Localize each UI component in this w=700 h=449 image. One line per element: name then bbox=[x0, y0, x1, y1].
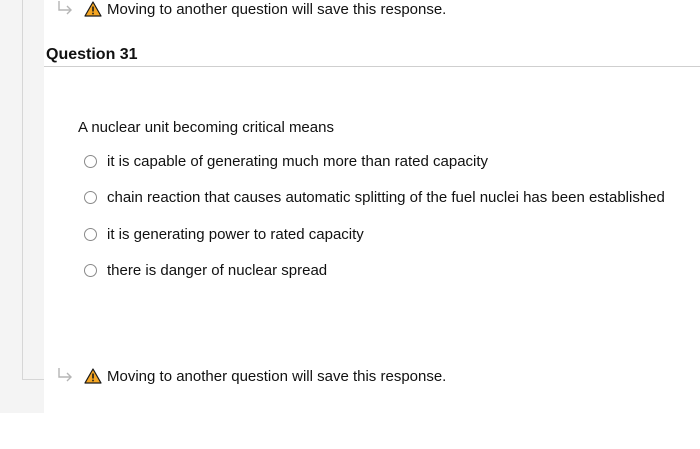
question-header: Question 31 bbox=[44, 44, 700, 67]
question-title: Question 31 bbox=[46, 46, 138, 63]
question-prompt: A nuclear unit becoming critical means bbox=[78, 119, 334, 136]
save-notice-bottom: Moving to another question will save thi… bbox=[56, 367, 446, 385]
save-notice-top: Moving to another question will save thi… bbox=[56, 0, 446, 18]
question-page: Moving to another question will save thi… bbox=[0, 0, 700, 449]
answer-option-2[interactable]: chain reaction that causes automatic spl… bbox=[84, 189, 665, 207]
radio-button[interactable] bbox=[84, 154, 97, 168]
return-arrow-icon bbox=[58, 368, 72, 382]
gutter-rule-foot bbox=[22, 379, 44, 380]
save-notice-text: Moving to another question will save thi… bbox=[107, 367, 447, 385]
radio-button[interactable] bbox=[84, 264, 97, 277]
answer-option-3[interactable]: it is generating power to rated capacity bbox=[84, 225, 665, 243]
answer-options: it is capable of generating much more th… bbox=[84, 152, 665, 298]
answer-option-1[interactable]: it is capable of generating much more th… bbox=[84, 152, 665, 170]
answer-option-label[interactable]: it is generating power to rated capacity bbox=[107, 226, 364, 243]
warning-icon bbox=[84, 368, 102, 384]
radio-button[interactable] bbox=[84, 227, 97, 241]
answer-option-label[interactable]: there is danger of nuclear spread bbox=[107, 262, 327, 279]
answer-option-label[interactable]: it is capable of generating much more th… bbox=[107, 153, 488, 170]
gutter-rule bbox=[22, 0, 23, 380]
warning-icon bbox=[84, 1, 102, 17]
return-arrow-icon bbox=[58, 1, 72, 15]
radio-button[interactable] bbox=[84, 191, 97, 204]
answer-option-4[interactable]: there is danger of nuclear spread bbox=[84, 262, 665, 280]
answer-option-label[interactable]: chain reaction that causes automatic spl… bbox=[107, 189, 665, 206]
save-notice-text: Moving to another question will save thi… bbox=[107, 0, 447, 18]
